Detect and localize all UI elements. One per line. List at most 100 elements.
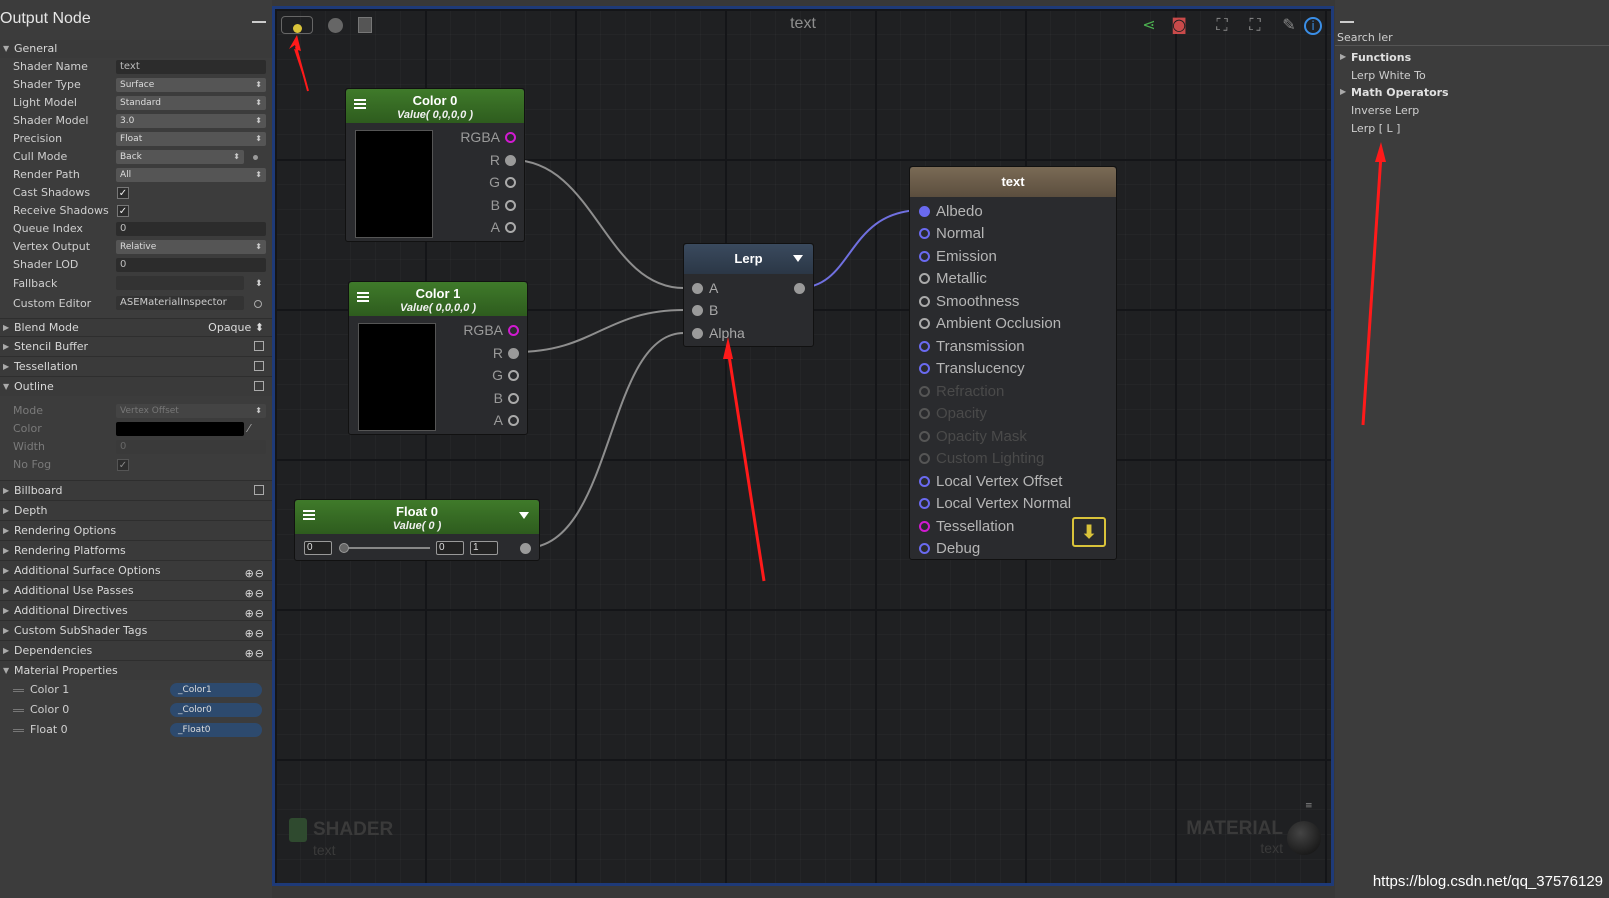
shader-lod-input[interactable]: 0 [116,258,266,272]
section-additional-surface-options[interactable]: ▶ Additional Surface Options ⊕⊖ [0,560,272,580]
field-vertex-output: Vertex Output Relative [0,238,272,256]
outline-width-input[interactable]: 0 [116,440,266,454]
triangle-right-icon: ▶ [3,506,10,515]
bullet-icon[interactable] [253,155,258,160]
section-label: Additional Directives [14,604,128,617]
blend-mode-dropdown[interactable]: Opaque ⬍ [208,319,264,337]
field-render-path: Render Path All [0,166,272,184]
window: Output Node ▼ General Shader Name text Sha… [0,0,1609,898]
triangle-right-icon: ▶ [3,606,10,615]
field-cast-shadows: Cast Shadows ✓ [0,184,272,202]
eyedropper-icon[interactable]: ⁄ [248,420,250,438]
node-palette-panel: Search ler ▶ Functions Lerp White To ▶ Mat… [1335,0,1609,898]
custom-editor-input[interactable]: ASEMaterialInspector [116,296,244,310]
property-name-field[interactable]: _Float0 [170,723,262,737]
section-label: Rendering Options [14,524,117,537]
section-custom-subshader-tags[interactable]: ▶ Custom SubShader Tags ⊕⊖ [0,620,272,640]
field-label: Fallback [13,277,58,290]
field-shader-model: Shader Model 3.0 [0,112,272,130]
tessellation-toggle-checkbox[interactable] [254,361,264,371]
object-picker-icon[interactable] [254,300,262,308]
minimize-icon[interactable] [252,21,266,23]
triangle-right-icon: ▶ [3,646,10,655]
outline-toggle-checkbox[interactable] [254,381,264,391]
field-label: Width [13,440,45,453]
material-property-row[interactable]: Color 0 _Color0 [0,700,272,720]
section-material-properties[interactable]: ▼ Material Properties [0,660,272,680]
outline-mode-dropdown[interactable]: Vertex Offset [116,404,266,418]
section-label: Dependencies [14,644,93,657]
shader-type-dropdown[interactable]: Surface [116,78,266,92]
section-tessellation[interactable]: ▶ Tessellation [0,356,272,376]
cast-shadows-checkbox[interactable]: ✓ [117,187,129,199]
section-rendering-options[interactable]: ▶ Rendering Options [0,520,272,540]
watermark-url: https://blog.csdn.net/qq_37576129 [1372,873,1603,890]
blend-mode-value: Opaque [208,321,252,334]
field-custom-editor: Custom Editor ASEMaterialInspector [0,294,272,314]
section-depth[interactable]: ▶ Depth [0,500,272,520]
vertex-output-dropdown[interactable]: Relative [116,240,266,254]
field-precision: Precision Float [0,130,272,148]
section-general[interactable]: ▼ General [0,40,272,58]
field-shader-type: Shader Type Surface [0,76,272,94]
triangle-right-icon: ▶ [3,546,10,555]
triangle-right-icon: ▶ [3,362,10,371]
triangle-right-icon: ▶ [3,323,10,332]
no-fog-checkbox[interactable]: ✓ [117,459,129,471]
triangle-right-icon: ▶ [3,626,10,635]
drag-handle-icon[interactable] [13,729,24,732]
material-property-row[interactable]: Color 1 _Color1 [0,680,272,700]
panel-header: Output Node [0,0,272,40]
field-label: Precision [13,132,63,145]
shader-name-input[interactable]: text [116,60,266,74]
section-label: Depth [14,504,48,517]
property-name-field[interactable]: _Color0 [170,703,262,717]
stencil-toggle-checkbox[interactable] [254,341,264,351]
section-additional-use-passes[interactable]: ▶ Additional Use Passes ⊕⊖ [0,580,272,600]
section-stencil-buffer[interactable]: ▶ Stencil Buffer [0,336,272,356]
section-outline[interactable]: ▼ Outline [0,376,272,396]
stepper-icon[interactable]: ⬍ [255,274,263,294]
light-model-dropdown[interactable]: Standard [116,96,266,110]
field-label: No Fog [13,458,52,471]
section-label: General [14,42,58,55]
section-label: Material Properties [14,664,118,677]
field-shader-lod: Shader LOD 0 [0,256,272,274]
section-additional-directives[interactable]: ▶ Additional Directives ⊕⊖ [0,600,272,620]
outline-color-swatch[interactable] [116,422,244,436]
receive-shadows-checkbox[interactable]: ✓ [117,205,129,217]
red-arrow-3-shaft [1361,154,1383,426]
material-property-row[interactable]: Float 0 _Float0 [0,720,272,740]
section-label: Custom SubShader Tags [14,624,148,637]
section-blend-mode[interactable]: ▶ Blend Mode Opaque ⬍ [0,318,272,336]
property-name-field[interactable]: _Color1 [170,683,262,697]
field-label: Shader Name [13,60,88,73]
section-billboard[interactable]: ▶ Billboard [0,480,272,500]
shader-model-dropdown[interactable]: 3.0 [116,114,266,128]
drag-handle-icon[interactable] [13,709,24,712]
billboard-toggle-checkbox[interactable] [254,485,264,495]
field-label: Color [13,422,42,435]
triangle-down-icon: ▼ [3,44,10,53]
section-rendering-platforms[interactable]: ▶ Rendering Platforms [0,540,272,560]
field-label: Queue Index [13,222,83,235]
section-label: Blend Mode [14,321,79,334]
cull-mode-dropdown[interactable]: Back [116,150,244,164]
field-label: Mode [13,404,43,417]
field-label: Shader LOD [13,258,79,271]
render-path-dropdown[interactable]: All [116,168,266,182]
field-queue-index: Queue Index 0 [0,220,272,238]
field-light-model: Light Model Standard [0,94,272,112]
node-canvas[interactable]: text ⋖ ◙ ⛶ ⛶ ✎ i Color 0 Value( 0,0,0,0 )… [272,6,1334,886]
section-label: Rendering Platforms [14,544,126,557]
field-label: Light Model [13,96,77,109]
triangle-right-icon: ▶ [3,342,10,351]
property-label: Color 0 [30,703,70,716]
precision-dropdown[interactable]: Float [116,132,266,146]
triangle-right-icon: ▶ [3,586,10,595]
section-dependencies[interactable]: ▶ Dependencies ⊕⊖ [0,640,272,660]
queue-index-input[interactable]: 0 [116,222,266,236]
annotation-layer [289,35,766,582]
drag-handle-icon[interactable] [13,689,24,692]
fallback-input[interactable] [116,276,244,290]
